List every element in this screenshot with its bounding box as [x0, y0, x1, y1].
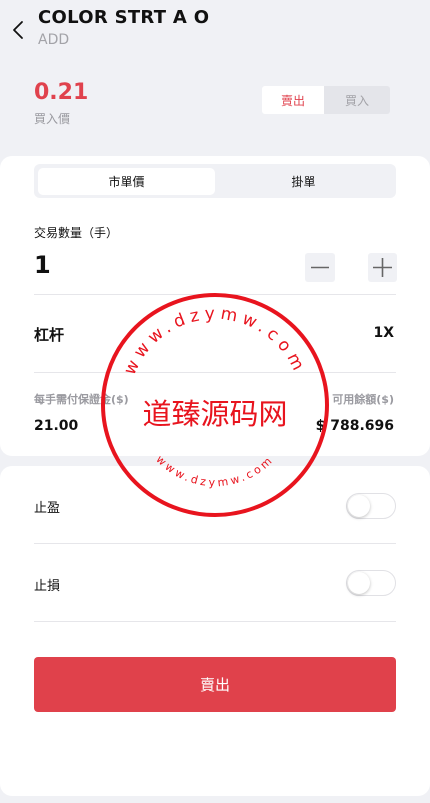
sell-side-button[interactable]: 賣出 — [262, 86, 324, 114]
buy-side-button[interactable]: 買入 — [324, 86, 390, 114]
divider — [34, 543, 396, 544]
quantity-decrease-button[interactable] — [305, 253, 335, 282]
side-toggle: 賣出 買入 — [262, 86, 390, 114]
leverage-label: 杠杆 — [34, 326, 65, 344]
price-value: 0.21 — [34, 80, 89, 105]
tab-market-order[interactable]: 市單價 — [38, 168, 215, 195]
quantity-increase-button[interactable] — [368, 253, 397, 282]
header: COLOR STRT A O ADD — [0, 0, 430, 60]
divider — [34, 372, 396, 373]
quantity-label: 交易數量（手） — [34, 226, 119, 240]
leverage-value[interactable]: 1X — [373, 325, 394, 341]
plus-icon — [373, 258, 392, 277]
instrument-title: COLOR STRT A O — [38, 7, 210, 28]
margin-required-label: 每手需付保證金($) — [34, 393, 129, 406]
divider — [34, 294, 396, 295]
price-label: 買入價 — [34, 112, 71, 126]
available-balance-label: 可用餘額($) — [332, 393, 394, 406]
margin-required-value: 21.00 — [34, 418, 79, 434]
stop-loss-toggle[interactable] — [346, 570, 396, 596]
available-balance-value: $ 788.696 — [315, 418, 394, 434]
instrument-subtitle: ADD — [38, 32, 70, 48]
stop-loss-label: 止損 — [34, 579, 61, 594]
take-profit-label: 止盈 — [34, 501, 61, 516]
quantity-input[interactable]: 1 — [34, 251, 51, 279]
tab-limit-order[interactable]: 掛單 — [215, 168, 392, 195]
minus-icon — [311, 266, 329, 269]
chevron-left-icon[interactable] — [10, 18, 26, 42]
divider — [34, 621, 396, 622]
order-card — [0, 156, 430, 456]
take-profit-toggle[interactable] — [346, 493, 396, 519]
submit-sell-button[interactable]: 賣出 — [34, 657, 396, 712]
toggle-knob — [348, 572, 370, 594]
toggle-knob — [348, 495, 370, 517]
